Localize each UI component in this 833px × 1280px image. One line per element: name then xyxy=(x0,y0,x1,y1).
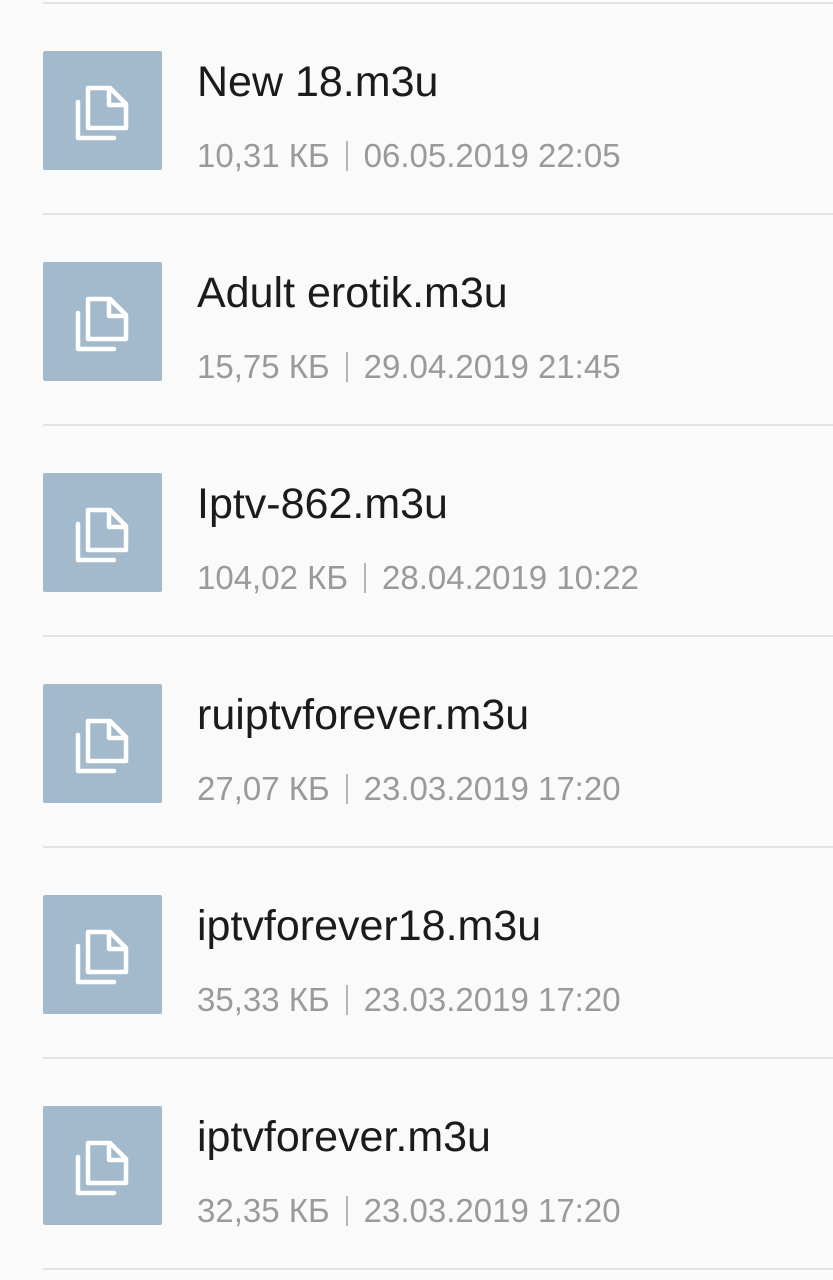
file-copy-icon xyxy=(75,296,129,352)
file-name: Adult erotik.m3u xyxy=(197,269,508,317)
file-date: 23.03.2019 17:20 xyxy=(363,981,621,1018)
file-date: 23.03.2019 17:20 xyxy=(363,770,621,807)
file-thumbnail xyxy=(43,684,162,803)
file-size: 27,07 КБ xyxy=(197,770,330,807)
file-copy-icon xyxy=(75,718,129,774)
file-meta: 27,07 КБ 23.03.2019 17:20 xyxy=(197,767,621,811)
file-row[interactable]: Iptv-862.m3u 104,02 КБ 28.04.2019 10:22 xyxy=(0,426,833,637)
file-size: 10,31 КБ xyxy=(197,137,330,174)
file-date: 23.03.2019 17:20 xyxy=(363,1192,621,1229)
file-copy-icon xyxy=(75,507,129,563)
file-size: 35,33 КБ xyxy=(197,981,330,1018)
file-name: New 18.m3u xyxy=(197,58,439,106)
file-size: 15,75 КБ xyxy=(197,348,330,385)
file-list: New 18.m3u 10,31 КБ 06.05.2019 22:05 Adul… xyxy=(0,0,833,1280)
file-date: 28.04.2019 10:22 xyxy=(381,559,639,596)
meta-separator xyxy=(345,774,348,804)
file-row[interactable]: New 18.m3u 10,31 КБ 06.05.2019 22:05 xyxy=(0,4,833,215)
file-thumbnail xyxy=(43,51,162,170)
file-thumbnail xyxy=(43,473,162,592)
file-copy-icon xyxy=(75,929,129,985)
file-row[interactable]: iptvforever.m3u 32,35 КБ 23.03.2019 17:20 xyxy=(0,1059,833,1270)
file-name: iptvforever18.m3u xyxy=(197,902,542,950)
file-meta: 15,75 КБ 29.04.2019 21:45 xyxy=(197,345,621,389)
file-name: ruiptvforever.m3u xyxy=(197,691,530,739)
meta-separator xyxy=(345,985,348,1015)
file-meta: 35,33 КБ 23.03.2019 17:20 xyxy=(197,978,621,1022)
file-thumbnail xyxy=(43,1106,162,1225)
divider xyxy=(43,1268,833,1270)
meta-separator xyxy=(345,1196,348,1226)
file-meta: 104,02 КБ 28.04.2019 10:22 xyxy=(197,556,639,600)
file-row[interactable]: Adult erotik.m3u 15,75 КБ 29.04.2019 21:4… xyxy=(0,215,833,426)
file-date: 29.04.2019 21:45 xyxy=(363,348,621,385)
meta-separator xyxy=(345,352,348,382)
file-size: 104,02 КБ xyxy=(197,559,348,596)
file-row[interactable]: iptvforever18.m3u 35,33 КБ 23.03.2019 17:… xyxy=(0,848,833,1059)
file-row[interactable]: ruiptvforever.m3u 27,07 КБ 23.03.2019 17:… xyxy=(0,637,833,848)
file-meta: 32,35 КБ 23.03.2019 17:20 xyxy=(197,1189,621,1233)
meta-separator xyxy=(345,141,348,171)
file-thumbnail xyxy=(43,895,162,1014)
file-size: 32,35 КБ xyxy=(197,1192,330,1229)
file-name: Iptv-862.m3u xyxy=(197,480,448,528)
file-name: iptvforever.m3u xyxy=(197,1113,491,1161)
file-copy-icon xyxy=(75,1140,129,1196)
file-meta: 10,31 КБ 06.05.2019 22:05 xyxy=(197,134,621,178)
file-date: 06.05.2019 22:05 xyxy=(363,137,621,174)
meta-separator xyxy=(363,563,366,593)
file-thumbnail xyxy=(43,262,162,381)
file-copy-icon xyxy=(75,85,129,141)
